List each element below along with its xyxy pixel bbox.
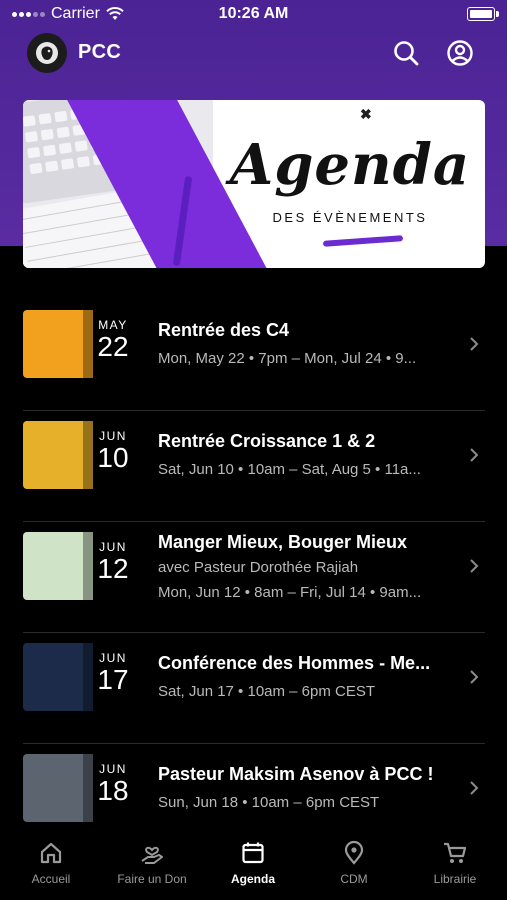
tab-label: Faire un Don <box>117 872 187 886</box>
event-title: Rentrée des C4 <box>158 320 290 340</box>
event-date-overlay: JUN 18 <box>83 754 143 822</box>
home-icon <box>40 842 62 864</box>
event-date-overlay: JUN 10 <box>83 421 143 489</box>
event-item[interactable]: JUN 17 Conférence des Hommes - Me... Sat… <box>23 633 485 744</box>
app-header: PCC <box>0 30 507 76</box>
tab-label: Accueil <box>31 872 71 886</box>
tab-accueil[interactable]: Accueil <box>1 840 101 886</box>
tab-agenda[interactable]: Agenda <box>203 840 303 886</box>
event-month: JUN <box>99 651 127 665</box>
chevron-right-icon <box>470 781 479 795</box>
chevron-right-icon <box>470 670 479 684</box>
event-item[interactable]: JUN 12 Manger Mieux, Bouger Mieux avec P… <box>23 522 485 633</box>
lion-logo-icon <box>36 42 58 64</box>
chevron-right-icon <box>470 559 479 573</box>
event-date-line: Mon, Jun 12 • 8am – Fri, Jul 14 • 9am... <box>158 584 422 601</box>
status-bar: Carrier 10:26 AM <box>0 0 507 30</box>
event-date-line: Mon, May 22 • 7pm – Mon, Jul 24 • 9... <box>158 350 417 367</box>
event-title: Pasteur Maksim Asenov à PCC ! <box>158 764 434 784</box>
chevron-right-icon <box>470 448 479 462</box>
donate-hand-icon <box>141 846 163 864</box>
tab-label: Librairie <box>433 872 477 886</box>
event-title: Manger Mieux, Bouger Mieux <box>158 532 408 552</box>
event-month: JUN <box>99 762 127 776</box>
clock: 10:26 AM <box>218 5 289 22</box>
battery-icon <box>467 7 499 21</box>
location-pin-icon <box>344 840 364 865</box>
event-day: 22 <box>97 331 129 362</box>
search-icon[interactable] <box>390 37 422 69</box>
banner-title: Agenda <box>229 132 471 198</box>
event-month: MAY <box>98 318 128 332</box>
event-thumbnail: JUN 10 <box>23 421 143 489</box>
account-icon[interactable] <box>444 37 476 69</box>
event-thumbnail: JUN 18 <box>23 754 143 822</box>
event-day: 10 <box>97 442 129 473</box>
tab-librairie[interactable]: Librairie <box>405 840 505 886</box>
tab-label: Agenda <box>230 872 275 886</box>
banner-swoosh <box>322 235 404 247</box>
app-logo[interactable] <box>27 33 67 73</box>
event-thumbnail: MAY 22 <box>23 310 143 378</box>
close-mark-icon: ✖ <box>360 106 372 122</box>
event-thumbnail: JUN 17 <box>23 643 143 711</box>
chevron-right-icon <box>470 337 479 351</box>
event-date-line: Sat, Jun 17 • 10am – 6pm CEST <box>158 683 376 700</box>
event-date-line: Sun, Jun 18 • 10am – 6pm CEST <box>158 794 380 811</box>
event-date-line: Sat, Jun 10 • 10am – Sat, Aug 5 • 11a... <box>158 461 421 478</box>
agenda-banner: ✖ Agenda DES ÉVÈNEMENTS <box>23 100 485 268</box>
event-day: 17 <box>97 664 129 695</box>
event-day: 12 <box>97 553 129 584</box>
event-subtitle: avec Pasteur Dorothée Rajiah <box>158 559 359 576</box>
event-date-overlay: MAY 22 <box>83 310 143 378</box>
event-thumbnail: JUN 12 <box>23 532 143 600</box>
event-item[interactable]: JUN 10 Rentrée Croissance 1 & 2 Sat, Jun… <box>23 411 485 522</box>
event-day: 18 <box>97 775 129 806</box>
banner-subtitle: DES ÉVÈNEMENTS <box>272 210 428 225</box>
calendar-icon <box>242 842 264 864</box>
event-title: Rentrée Croissance 1 & 2 <box>158 431 376 451</box>
event-title: Conférence des Hommes - Me... <box>158 653 431 673</box>
app-title: PCC <box>78 41 122 63</box>
event-month: JUN <box>99 429 127 443</box>
event-date-overlay: JUN 17 <box>83 643 143 711</box>
tab-bar: Accueil Faire un Don Agenda CDM Librairi… <box>0 832 507 900</box>
event-date-overlay: JUN 12 <box>83 532 143 600</box>
cart-icon <box>444 842 467 863</box>
event-month: JUN <box>99 540 127 554</box>
tab-faire-un-don[interactable]: Faire un Don <box>102 840 202 886</box>
tab-label: CDM <box>340 872 368 886</box>
tab-cdm[interactable]: CDM <box>304 840 404 886</box>
event-item[interactable]: MAY 22 Rentrée des C4 Mon, May 22 • 7pm … <box>23 300 485 411</box>
